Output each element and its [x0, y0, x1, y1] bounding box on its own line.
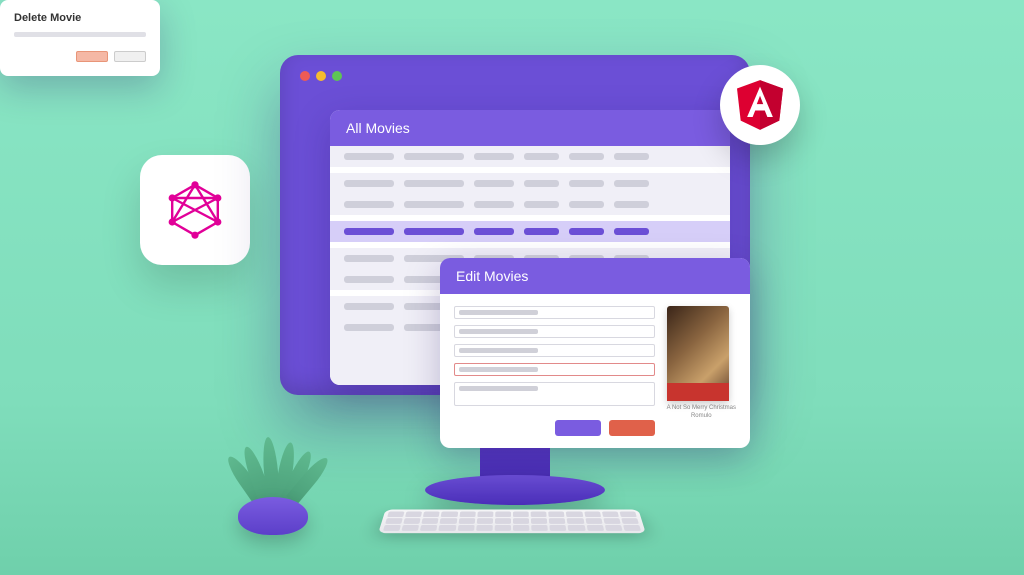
edit-field-2[interactable] — [454, 325, 655, 338]
keyboard-decoration — [382, 500, 642, 555]
edit-field-error[interactable] — [454, 363, 655, 376]
graphql-icon — [165, 180, 225, 240]
delete-cancel-button[interactable] — [114, 51, 146, 62]
edit-save-button[interactable] — [555, 420, 601, 436]
table-row-selected[interactable] — [330, 221, 730, 242]
delete-movie-title: Delete Movie — [14, 12, 146, 24]
edit-field-1[interactable] — [454, 306, 655, 319]
delete-confirm-button[interactable] — [76, 51, 108, 62]
poster-caption: A Not So Merry Christmas Romulo — [667, 405, 736, 421]
plant-decoration — [218, 405, 328, 535]
movie-poster — [667, 306, 729, 401]
edit-movie-title: Edit Movies — [440, 258, 750, 294]
angular-badge — [720, 65, 800, 145]
delete-message — [14, 32, 146, 37]
poster-column: A Not So Merry Christmas Romulo — [667, 306, 736, 436]
delete-movie-dialog: Delete Movie — [0, 0, 160, 76]
all-movies-title: All Movies — [330, 110, 730, 146]
table-header-row — [330, 146, 730, 167]
angular-icon — [737, 80, 783, 130]
edit-field-description[interactable] — [454, 382, 655, 406]
edit-cancel-button[interactable] — [609, 420, 655, 436]
table-row[interactable] — [330, 173, 730, 194]
traffic-lights — [300, 71, 342, 81]
edit-movie-window: Edit Movies A Not So Merry Christmas Rom… — [440, 258, 750, 448]
table-row[interactable] — [330, 194, 730, 215]
graphql-card — [140, 155, 250, 265]
edit-field-3[interactable] — [454, 344, 655, 357]
